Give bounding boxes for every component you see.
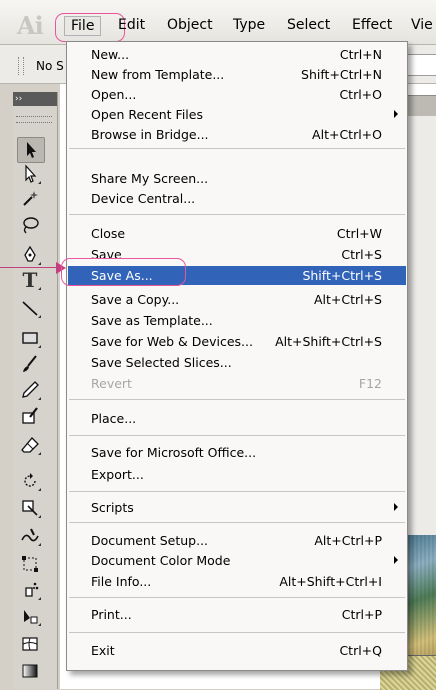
menu-view[interactable]: Vie [411,16,433,34]
rectangle-tool-icon[interactable] [17,326,43,350]
tools-panel-grip[interactable] [16,116,52,123]
menu-item-save-as-template[interactable]: Save as Template... [68,311,406,330]
symbol-sprayer-tool-icon[interactable] [17,578,43,602]
line-segment-tool-icon[interactable] [17,296,43,320]
type-tool-icon[interactable]: T [17,268,43,292]
menu-separator [69,632,405,633]
menu-item-revert: Revert F12 [91,376,382,391]
submenu-arrow-icon [394,503,398,511]
column-graph-tool-icon[interactable] [17,604,43,628]
menu-item-save-a-copy[interactable]: Save a Copy... Alt+Ctrl+S [68,290,406,309]
menu-item-scripts[interactable]: Scripts [68,498,406,517]
menu-item-share-my-screen[interactable]: Share My Screen... [68,169,406,188]
menu-item-open-recent-files[interactable]: Open Recent Files [68,105,406,124]
blob-brush-tool-icon[interactable] [17,404,43,428]
mesh-tool-icon[interactable] [17,633,43,657]
menu-item-exit[interactable]: Exit Ctrl+Q [68,641,406,660]
annotation-arrow-line [0,267,58,268]
menu-item-new-from-template[interactable]: New from Template... Shift+Ctrl+N [68,65,406,84]
lasso-tool-icon[interactable] [17,213,43,237]
gradient-tool-icon[interactable] [17,659,43,683]
menu-item-document-setup[interactable]: Document Setup... Alt+Ctrl+P [68,531,406,550]
document-tab[interactable] [405,95,436,117]
menu-effect[interactable]: Effect [352,16,392,34]
selection-status: No S [36,59,64,73]
control-bar-grip[interactable] [18,57,24,75]
menu-separator [69,435,405,436]
menu-separator [69,522,405,523]
menu-item-save-for-microsoft-office[interactable]: Save for Microsoft Office... [68,443,406,462]
menu-item-document-color-mode[interactable]: Document Color Mode [68,551,406,570]
magic-wand-tool-icon[interactable] [17,187,43,211]
pen-tool-icon[interactable] [17,243,43,267]
warp-tool-icon[interactable] [17,524,43,548]
menu-item-file-info[interactable]: File Info... Alt+Shift+Ctrl+I [68,572,406,591]
menu-item-save-for-web-devices[interactable]: Save for Web & Devices... Alt+Shift+Ctrl+… [68,332,406,351]
menu-item-new[interactable]: New... Ctrl+N [68,45,406,64]
menu-object[interactable]: Object [167,16,213,34]
collapse-icon[interactable]: ›› [13,94,22,104]
eraser-tool-icon[interactable] [17,433,43,457]
menu-item-open[interactable]: Open... Ctrl+O [68,85,406,104]
menu-item-browse-in-bridge[interactable]: Browse in Bridge... Alt+Ctrl+O [68,125,406,144]
menu-item-device-central[interactable]: Device Central... [68,189,406,208]
menu-item-save-selected-slices[interactable]: Save Selected Slices... [68,353,406,372]
control-field[interactable] [404,54,436,76]
annotation-circle-file [55,13,125,42]
menu-separator [69,214,405,215]
scale-tool-icon[interactable] [17,496,43,520]
rotate-tool-icon[interactable] [17,469,43,493]
submenu-arrow-icon [394,556,398,564]
paintbrush-tool-icon[interactable] [17,352,43,376]
menu-item-export[interactable]: Export... [68,465,406,484]
menu-select[interactable]: Select [287,16,330,34]
menu-item-place[interactable]: Place... [68,409,406,428]
menu-edit[interactable]: Edit [118,16,145,34]
pencil-tool-icon[interactable] [17,378,43,402]
tools-panel-header[interactable]: ›› [13,92,57,106]
menu-item-print[interactable]: Print... Ctrl+P [68,605,406,624]
direct-selection-tool-icon[interactable] [17,162,43,186]
menu-separator [69,597,405,598]
menu-separator [69,148,405,149]
submenu-arrow-icon [394,110,398,118]
free-transform-tool-icon[interactable] [17,552,43,576]
app-logo: Ai [17,11,44,40]
annotation-circle-save-as [61,258,186,286]
menu-separator [69,491,405,492]
file-menu-dropdown: New... Ctrl+N New from Template... Shift+C… [66,41,408,671]
menu-type[interactable]: Type [233,16,265,34]
menu-item-close[interactable]: Close Ctrl+W [68,224,406,243]
menu-separator [69,399,405,400]
selection-tool-icon[interactable] [17,137,45,163]
